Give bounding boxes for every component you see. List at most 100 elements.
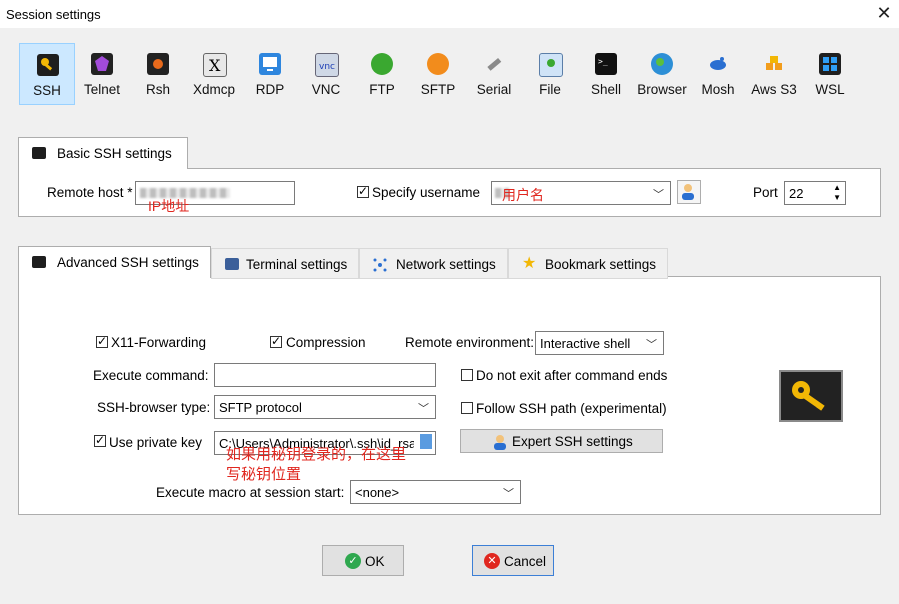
- user-credentials-button[interactable]: [677, 180, 701, 204]
- protocol-vnc[interactable]: vnc VNC: [298, 43, 354, 105]
- protocol-shell[interactable]: >_ Shell: [578, 43, 634, 105]
- execute-command-label: Execute command:: [93, 368, 209, 383]
- tab-label: Advanced SSH settings: [57, 255, 199, 270]
- aws-s3-cubes-icon: [763, 53, 785, 75]
- protocol-aws-s3[interactable]: Aws S3: [746, 43, 802, 105]
- wsl-windows-icon: [819, 53, 841, 75]
- tab-terminal-settings[interactable]: Terminal settings: [211, 248, 359, 279]
- protocol-rdp[interactable]: RDP: [242, 43, 298, 105]
- protocol-label: WSL: [815, 82, 845, 97]
- browser-globe-icon: [651, 53, 673, 75]
- tab-label: Basic SSH settings: [57, 146, 172, 161]
- protocol-label: SFTP: [420, 82, 456, 97]
- specify-username-label: Specify username: [372, 185, 481, 200]
- remote-environment-label: Remote environment:: [405, 335, 535, 350]
- ssh-browser-type-label: SSH-browser type:: [97, 400, 211, 415]
- protocol-label: Shell: [590, 82, 622, 97]
- do-not-exit-checkbox[interactable]: [461, 369, 473, 381]
- protocol-xdmcp[interactable]: X Xdmcp: [186, 43, 242, 105]
- protocol-label: File: [539, 82, 561, 97]
- protocol-mosh[interactable]: Mosh: [690, 43, 746, 105]
- x11-forwarding-checkbox[interactable]: [96, 334, 108, 348]
- protocol-label: Aws S3: [751, 82, 797, 97]
- button-label: Cancel: [504, 554, 547, 569]
- button-label: OK: [365, 554, 385, 569]
- protocol-serial[interactable]: Serial: [466, 43, 522, 105]
- chevron-down-icon: ﹀: [653, 189, 664, 201]
- tab-label: Terminal settings: [246, 257, 348, 272]
- mosh-satellite-icon: [707, 53, 729, 75]
- button-label: Expert SSH settings: [512, 434, 633, 449]
- protocol-ftp[interactable]: FTP: [354, 43, 410, 105]
- remote-environment-select[interactable]: Interactive shell ﹀: [535, 331, 664, 355]
- sftp-globe-icon: [427, 53, 449, 75]
- protocol-file[interactable]: File: [522, 43, 578, 105]
- protocol-wsl[interactable]: WSL: [802, 43, 858, 105]
- protocol-rsh[interactable]: Rsh: [130, 43, 186, 105]
- chevron-down-icon: ﹀: [646, 339, 657, 351]
- protocol-label: Xdmcp: [192, 82, 236, 97]
- protocol-label: Browser: [637, 82, 687, 97]
- private-key-annotation-line2: 写秘钥位置: [226, 466, 302, 483]
- key-icon: [779, 370, 843, 422]
- select-value: SFTP protocol: [219, 400, 302, 415]
- select-value: Interactive shell: [540, 336, 631, 351]
- protocol-label: Mosh: [701, 82, 735, 97]
- telnet-icon: [91, 53, 113, 75]
- use-private-key-label: Use private key: [109, 435, 203, 450]
- ssh-browser-type-select[interactable]: SFTP protocol ﹀: [214, 395, 436, 419]
- spinner-arrows-icon[interactable]: ▲ ▼: [833, 183, 841, 203]
- title-bar: [0, 0, 899, 28]
- file-monitor-icon: [539, 53, 563, 77]
- tab-basic-ssh-settings[interactable]: Basic SSH settings: [18, 137, 188, 169]
- chevron-down-icon: ﹀: [503, 488, 514, 500]
- tab-advanced-ssh-settings[interactable]: Advanced SSH settings: [18, 246, 211, 278]
- follow-ssh-path-checkbox[interactable]: [461, 402, 473, 414]
- user-icon: [682, 184, 694, 200]
- shell-terminal-icon: >_: [595, 53, 617, 75]
- rsh-icon: [147, 53, 169, 75]
- key-icon: [32, 147, 46, 159]
- execute-macro-select[interactable]: <none> ﹀: [350, 480, 521, 504]
- specify-username-checkbox[interactable]: [357, 184, 369, 198]
- protocol-sftp[interactable]: SFTP: [410, 43, 466, 105]
- serial-plug-icon: [483, 53, 505, 75]
- ssh-key-icon: [37, 54, 59, 76]
- tab-network-settings[interactable]: Network settings: [359, 248, 508, 279]
- username-select[interactable]: 用户名 ﹀: [491, 181, 671, 205]
- protocol-label: FTP: [369, 82, 395, 97]
- cancel-button[interactable]: ✕ Cancel: [472, 545, 554, 576]
- ok-button[interactable]: ✓ OK: [322, 545, 404, 576]
- compression-checkbox[interactable]: [270, 334, 282, 348]
- file-browse-icon[interactable]: [420, 434, 432, 449]
- do-not-exit-label: Do not exit after command ends: [476, 368, 668, 383]
- expert-ssh-settings-button[interactable]: Expert SSH settings: [460, 429, 663, 453]
- xdmcp-icon: X: [203, 53, 227, 77]
- protocol-ssh[interactable]: SSH: [19, 43, 75, 105]
- select-value: <none>: [355, 485, 400, 500]
- network-icon: [373, 258, 387, 272]
- rdp-icon: [259, 53, 281, 75]
- ftp-globe-icon: [371, 53, 393, 75]
- tab-label: Network settings: [396, 257, 496, 272]
- protocol-label: SSH: [33, 83, 61, 98]
- execute-command-input[interactable]: [214, 363, 436, 387]
- chevron-down-icon: ﹀: [418, 403, 429, 415]
- protocol-label: Telnet: [83, 82, 121, 97]
- star-icon: ★: [522, 255, 537, 272]
- compression-label: Compression: [286, 335, 366, 350]
- protocol-telnet[interactable]: Telnet: [74, 43, 130, 105]
- close-icon[interactable]: ✕: [874, 3, 894, 23]
- tab-bookmark-settings[interactable]: ★ Bookmark settings: [508, 248, 668, 279]
- port-label: Port: [753, 185, 778, 200]
- vnc-icon: vnc: [315, 53, 339, 77]
- use-private-key-checkbox[interactable]: [94, 433, 106, 447]
- port-value: 22: [789, 186, 804, 201]
- cancel-x-icon: ✕: [484, 553, 500, 569]
- svg-text:X: X: [209, 56, 221, 75]
- port-input[interactable]: 22 ▲ ▼: [784, 181, 846, 205]
- protocol-browser[interactable]: Browser: [634, 43, 690, 105]
- tab-label: Bookmark settings: [545, 257, 657, 272]
- svg-text:>_: >_: [598, 57, 608, 66]
- user-icon: [494, 435, 506, 450]
